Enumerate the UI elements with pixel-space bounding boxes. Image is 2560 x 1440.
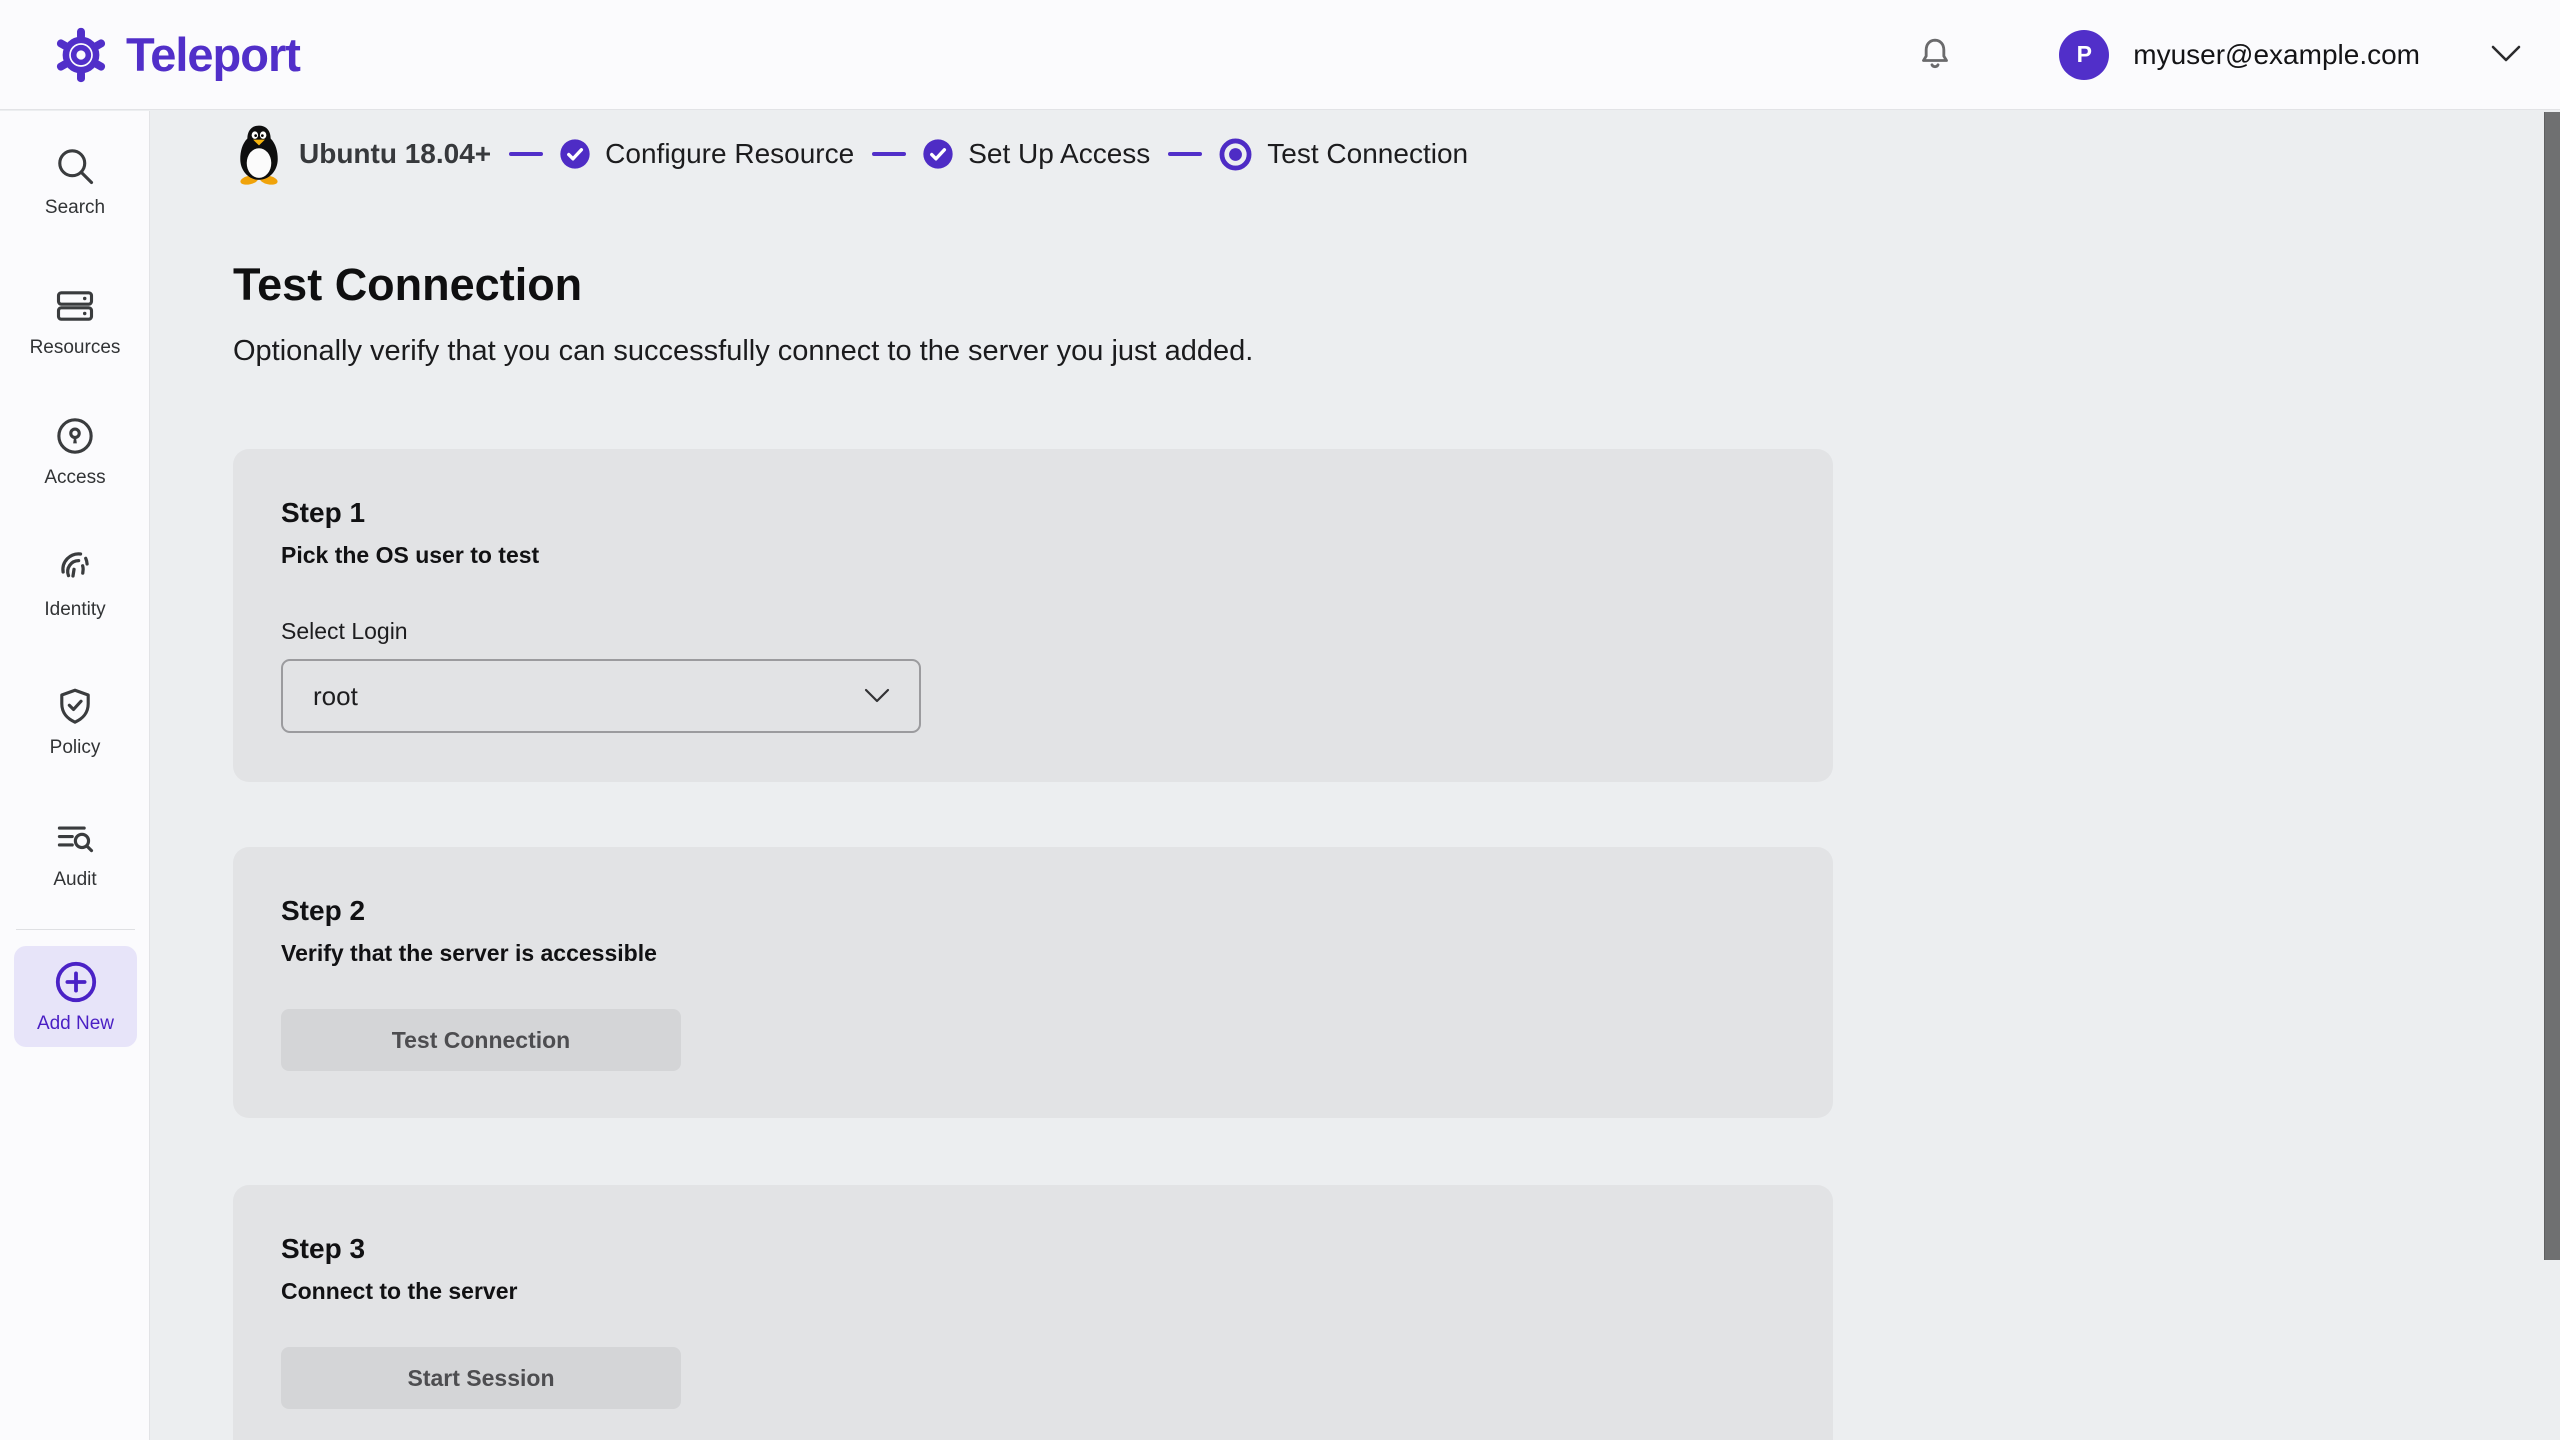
step-complete-check-icon — [559, 138, 591, 170]
select-login-label: Select Login — [281, 618, 1785, 645]
user-email[interactable]: myuser@example.com — [2133, 39, 2420, 71]
step1-subtitle: Pick the OS user to test — [281, 542, 1785, 569]
sidebar-item-resources[interactable]: Resources — [0, 284, 150, 359]
sidebar-item-label: Search — [45, 197, 105, 219]
step-connector — [509, 152, 543, 156]
sidebar-item-label: Policy — [50, 737, 101, 759]
step-label-set-up-access: Set Up Access — [968, 138, 1150, 170]
sidebar-item-access[interactable]: Access — [0, 414, 150, 489]
sidebar-item-label: Audit — [53, 869, 96, 891]
shield-check-icon — [53, 684, 97, 728]
step2-subtitle: Verify that the server is accessible — [281, 940, 1785, 967]
brand-title: Teleport — [126, 27, 300, 82]
sidebar-item-label: Identity — [44, 599, 105, 621]
list-search-icon — [53, 816, 97, 860]
plus-circle-icon — [52, 958, 100, 1006]
app-header: Teleport P myuser@example.com — [0, 0, 2560, 110]
step1-title: Step 1 — [281, 497, 1785, 529]
main-content: Ubuntu 18.04+ Configure Resource Set Up … — [151, 111, 2560, 1440]
page-title: Test Connection — [233, 259, 582, 311]
user-menu-chevron-down-icon[interactable] — [2490, 44, 2522, 65]
vertical-scrollbar-thumb[interactable] — [2544, 112, 2560, 1260]
sidebar-divider — [16, 929, 135, 930]
step-current-bullseye-icon — [1218, 137, 1253, 172]
sidebar-item-label: Access — [44, 467, 105, 489]
sidebar: Search Resources Access — [0, 111, 150, 1440]
keyhole-lock-icon — [53, 414, 97, 458]
test-connection-button[interactable]: Test Connection — [281, 1009, 681, 1071]
fingerprint-icon — [52, 544, 98, 590]
teleport-logo[interactable]: Teleport — [52, 26, 300, 84]
step3-subtitle: Connect to the server — [281, 1278, 1785, 1305]
step-label-configure-resource: Configure Resource — [605, 138, 854, 170]
sidebar-item-label: Add New — [37, 1013, 114, 1035]
wizard-stepper: Ubuntu 18.04+ Configure Resource Set Up … — [233, 125, 1468, 183]
sidebar-item-search[interactable]: Search — [0, 144, 150, 219]
os-version-label: Ubuntu 18.04+ — [299, 138, 491, 170]
sidebar-item-audit[interactable]: Audit — [0, 816, 150, 891]
linux-tux-icon — [233, 123, 285, 185]
gear-logo-icon — [52, 26, 110, 84]
page-subtitle: Optionally verify that you can successfu… — [233, 335, 1253, 368]
login-select[interactable]: root — [281, 659, 921, 733]
user-avatar[interactable]: P — [2059, 30, 2109, 80]
sidebar-item-add-new[interactable]: Add New — [14, 946, 137, 1047]
search-icon — [53, 144, 97, 188]
sidebar-item-label: Resources — [30, 337, 121, 359]
start-session-button[interactable]: Start Session — [281, 1347, 681, 1409]
step3-title: Step 3 — [281, 1233, 1785, 1265]
sidebar-item-identity[interactable]: Identity — [0, 544, 150, 621]
step1-card: Step 1 Pick the OS user to test Select L… — [233, 449, 1833, 782]
notification-bell-icon[interactable] — [1915, 34, 1955, 76]
sidebar-item-policy[interactable]: Policy — [0, 684, 150, 759]
step3-card: Step 3 Connect to the server Start Sessi… — [233, 1185, 1833, 1440]
step2-card: Step 2 Verify that the server is accessi… — [233, 847, 1833, 1118]
avatar-initial: P — [2077, 41, 2092, 68]
step2-title: Step 2 — [281, 895, 1785, 927]
step-connector — [872, 152, 906, 156]
login-select-value: root — [313, 681, 358, 712]
step-complete-check-icon — [922, 138, 954, 170]
step-label-test-connection: Test Connection — [1267, 138, 1468, 170]
step-connector — [1168, 152, 1202, 156]
chevron-down-icon — [863, 687, 891, 705]
servers-icon — [53, 284, 97, 328]
